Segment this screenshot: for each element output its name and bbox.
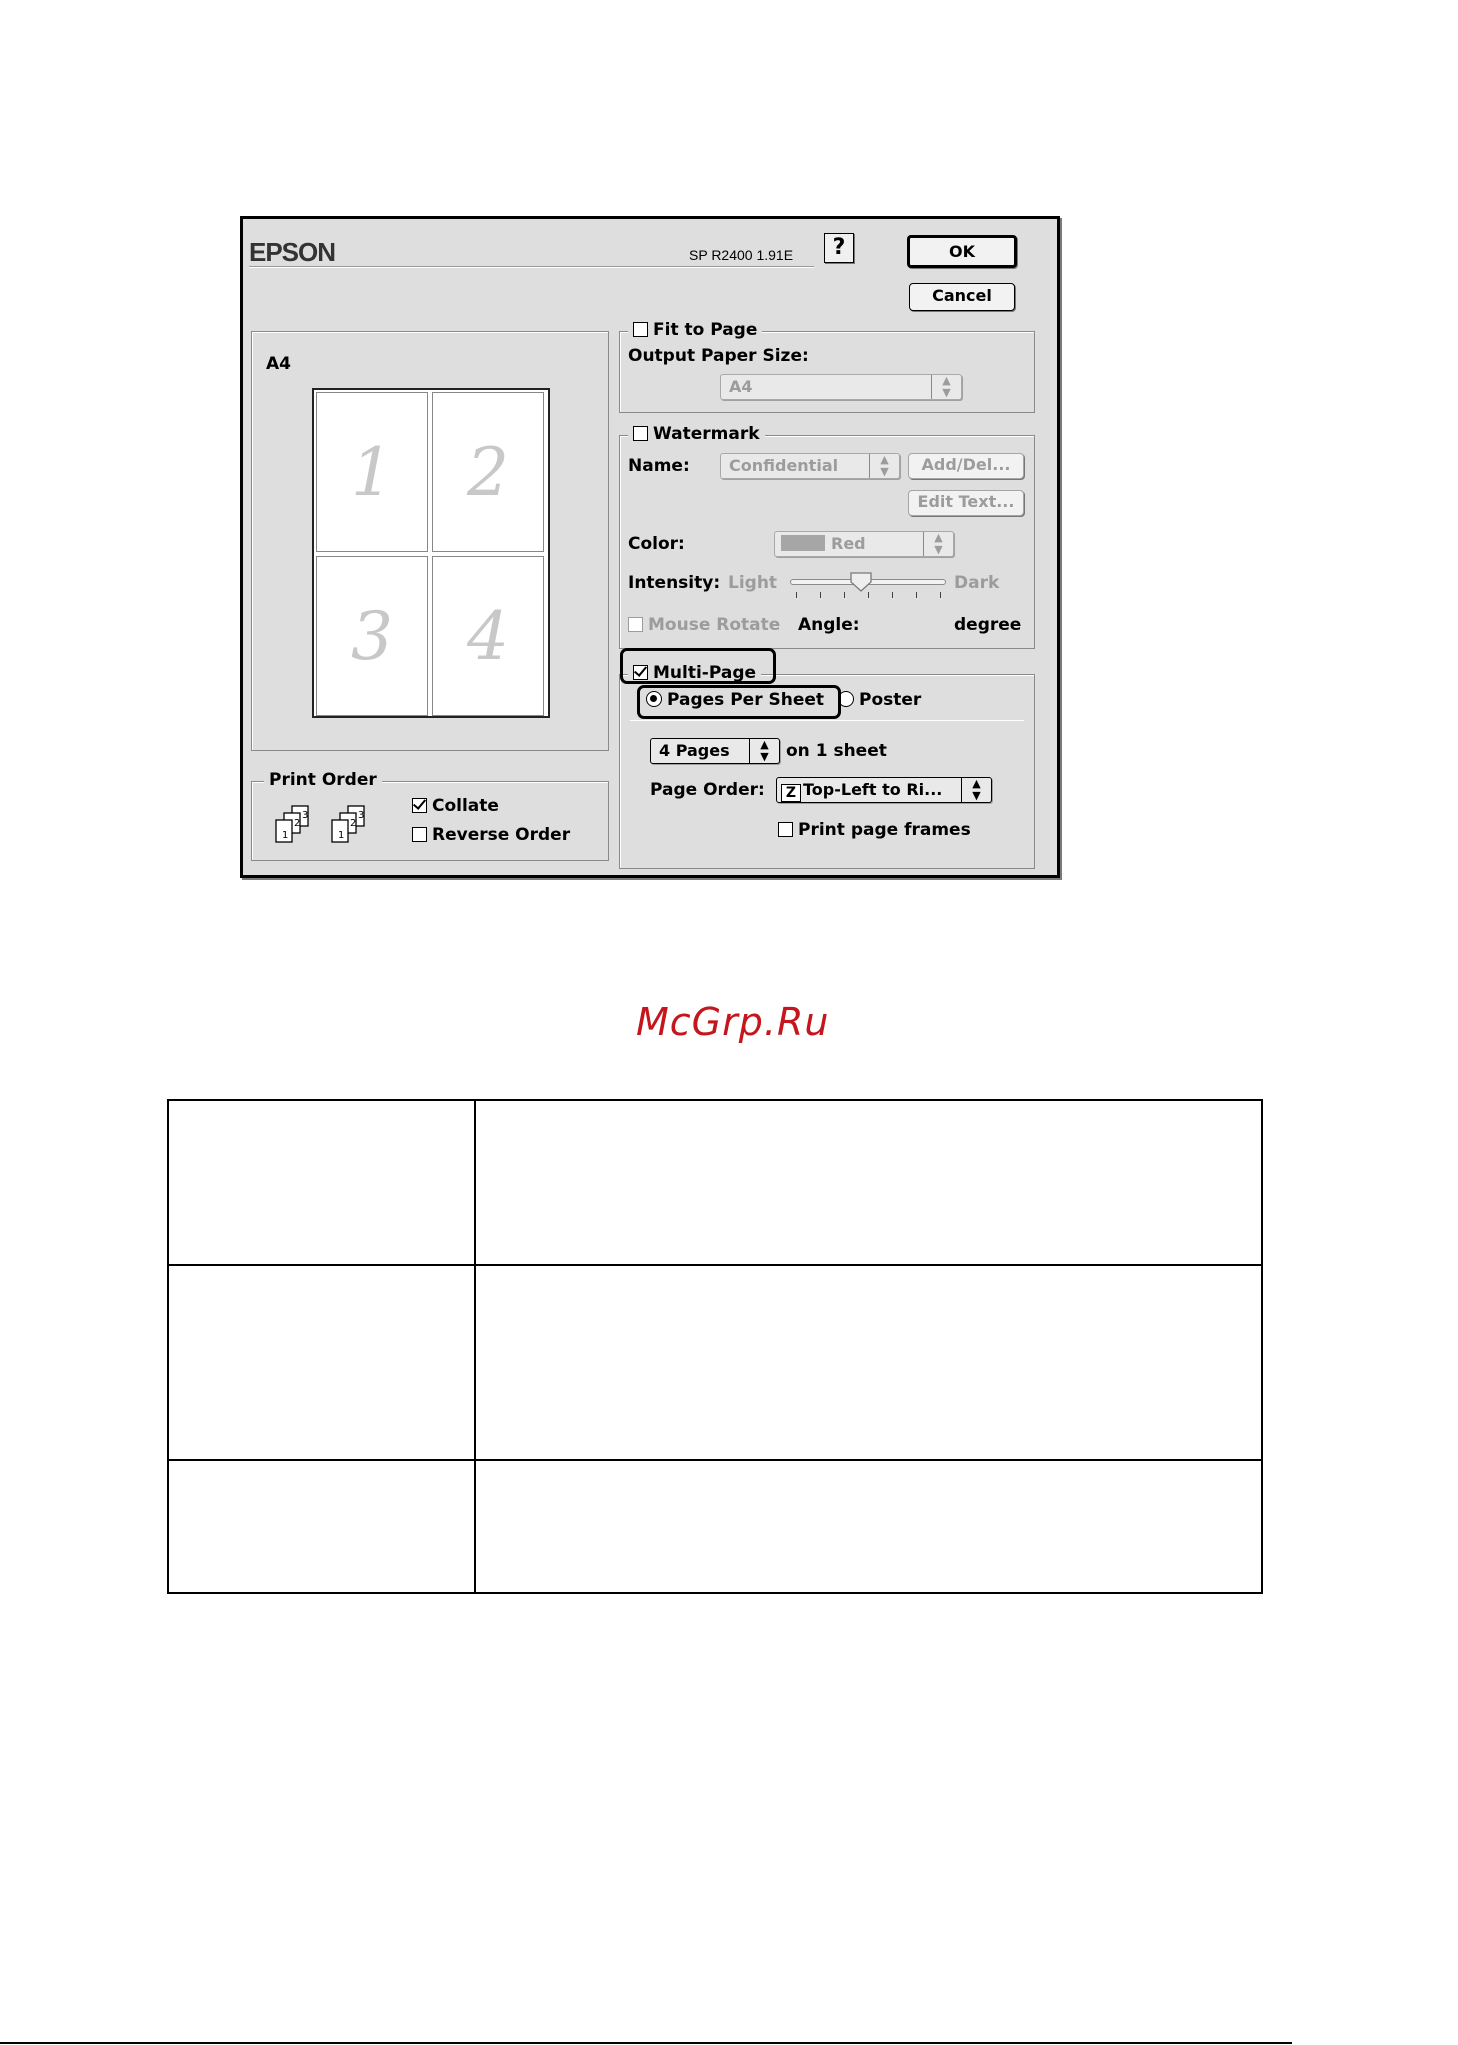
reverse-check-icon [412, 827, 427, 842]
svg-text:3: 3 [358, 810, 364, 821]
print-page-frames-label: Print page frames [798, 820, 971, 840]
slider-tick [796, 592, 797, 598]
site-logo: McGrp.Ru [636, 1000, 830, 1044]
help-button[interactable]: ? [824, 233, 854, 263]
mouse-rotate-check-icon [628, 617, 643, 632]
preview-page-1: 1 [316, 392, 428, 552]
table-cell [474, 1099, 1263, 1266]
intensity-label: Intensity: [628, 573, 721, 593]
watermark-name-select[interactable]: Confidential ▲ ▼ [720, 453, 900, 479]
multi-page-highlight [620, 648, 776, 684]
preview-page-2: 2 [432, 392, 544, 552]
edit-text-button[interactable]: Edit Text... [908, 490, 1024, 516]
print-page-frames-checkbox[interactable]: Print page frames [778, 820, 971, 840]
table-cell [167, 1459, 476, 1594]
fit-to-page-check-icon [633, 322, 648, 337]
mouse-rotate-label: Mouse Rotate [648, 615, 781, 635]
svg-text:3: 3 [302, 810, 308, 821]
color-swatch [781, 535, 825, 551]
collate-check-icon [412, 798, 427, 813]
watermark-checkbox[interactable]: Watermark [628, 424, 765, 444]
intensity-slider[interactable] [790, 572, 946, 600]
degree-label: degree [954, 615, 1022, 635]
slider-tick [892, 592, 893, 598]
multi-page-divider [630, 720, 1024, 721]
page-order-select[interactable]: Z Top-Left to Ri... ▲ ▼ [776, 777, 992, 803]
output-paper-size-select[interactable]: A4 ▲ ▼ [720, 374, 962, 400]
popup-arrows-icon: ▲ ▼ [923, 532, 953, 556]
collate-checkbox[interactable]: Collate [412, 796, 499, 816]
pages-per-sheet-select[interactable]: 4 Pages ▲ ▼ [650, 738, 780, 764]
poster-radio[interactable]: Poster [838, 690, 921, 710]
collate-label: Collate [432, 796, 499, 816]
svg-text:2: 2 [294, 818, 300, 829]
reverse-order-checkbox[interactable]: Reverse Order [412, 825, 570, 845]
svg-text:1: 1 [338, 830, 344, 841]
popup-arrows-icon: ▲ ▼ [749, 739, 779, 763]
preview-sheet: 1 2 3 4 [312, 388, 550, 718]
ok-button[interactable]: OK [907, 235, 1017, 268]
watermark-color-select[interactable]: Red ▲ ▼ [774, 531, 954, 557]
table-row [167, 1264, 1263, 1461]
intensity-dark-label: Dark [954, 573, 1000, 593]
slider-tick [916, 592, 917, 598]
table-cell [474, 1264, 1263, 1461]
fit-to-page-group: Fit to Page Output Paper Size: A4 ▲ ▼ [619, 320, 1035, 413]
pages-per-sheet-value: 4 Pages [659, 741, 730, 760]
output-paper-size-value: A4 [729, 377, 753, 396]
output-paper-size-label: Output Paper Size: [628, 346, 809, 366]
watermark-label: Watermark [653, 424, 760, 444]
footer-rule [0, 2042, 1292, 2044]
print-page-frames-check-icon [778, 822, 793, 837]
popup-arrows-icon: ▲ ▼ [931, 375, 961, 399]
intensity-light-label: Light [728, 573, 778, 593]
print-order-legend: Print Order [264, 770, 382, 790]
slider-tick [868, 592, 869, 598]
watermark-color-label: Color: [628, 534, 685, 554]
page-order-label: Page Order: [650, 780, 765, 800]
collate-stack-icon: 321 321 [275, 805, 365, 843]
preview-page-4: 4 [432, 556, 544, 716]
slider-tick [844, 592, 845, 598]
header-rule [249, 266, 814, 268]
watermark-color-value: Red [831, 534, 866, 553]
popup-arrows-icon: ▲ ▼ [869, 454, 899, 478]
watermark-name-label: Name: [628, 456, 690, 476]
reverse-order-label: Reverse Order [432, 825, 571, 845]
preview-page-3: 3 [316, 556, 428, 716]
fit-to-page-checkbox[interactable]: Fit to Page [628, 320, 763, 340]
intensity-slider-thumb[interactable] [850, 572, 872, 592]
table-cell [167, 1264, 476, 1461]
svg-text:1: 1 [282, 830, 288, 841]
popup-arrows-icon: ▲ ▼ [961, 778, 991, 802]
mouse-rotate-checkbox[interactable]: Mouse Rotate [628, 615, 780, 635]
paper-size-label: A4 [266, 354, 291, 374]
table-row [167, 1459, 1263, 1594]
page-order-value: Top-Left to Ri... [803, 780, 943, 799]
settings-table [167, 1099, 1263, 1594]
epson-logo: EPSON [249, 237, 336, 267]
watermark-group: Watermark Name: Confidential ▲ ▼ Add/Del.… [619, 424, 1035, 649]
on-sheet-label: on 1 sheet [786, 741, 887, 761]
poster-label: Poster [859, 690, 922, 710]
driver-version: SP R2400 1.91E [689, 247, 794, 263]
help-icon: ? [832, 235, 846, 260]
add-del-button[interactable]: Add/Del... [908, 453, 1024, 479]
svg-text:2: 2 [350, 818, 356, 829]
table-row [167, 1099, 1263, 1266]
pages-per-sheet-highlight [637, 685, 841, 719]
angle-label: Angle: [798, 615, 860, 635]
watermark-check-icon [633, 426, 648, 441]
print-order-group: Print Order 321 321 Collate Reverse Orde… [251, 770, 609, 861]
slider-tick [940, 592, 941, 598]
slider-tick [820, 592, 821, 598]
page-order-z-icon: Z [781, 784, 801, 802]
table-cell [167, 1099, 476, 1266]
fit-to-page-label: Fit to Page [653, 320, 758, 340]
print-layout-dialog: EPSON SP R2400 1.91E ? OK Cancel A4 1 2 … [240, 216, 1060, 878]
cancel-button[interactable]: Cancel [909, 283, 1015, 311]
table-cell [474, 1459, 1263, 1594]
layout-preview-panel: A4 1 2 3 4 [251, 331, 609, 751]
watermark-name-value: Confidential [729, 456, 839, 475]
